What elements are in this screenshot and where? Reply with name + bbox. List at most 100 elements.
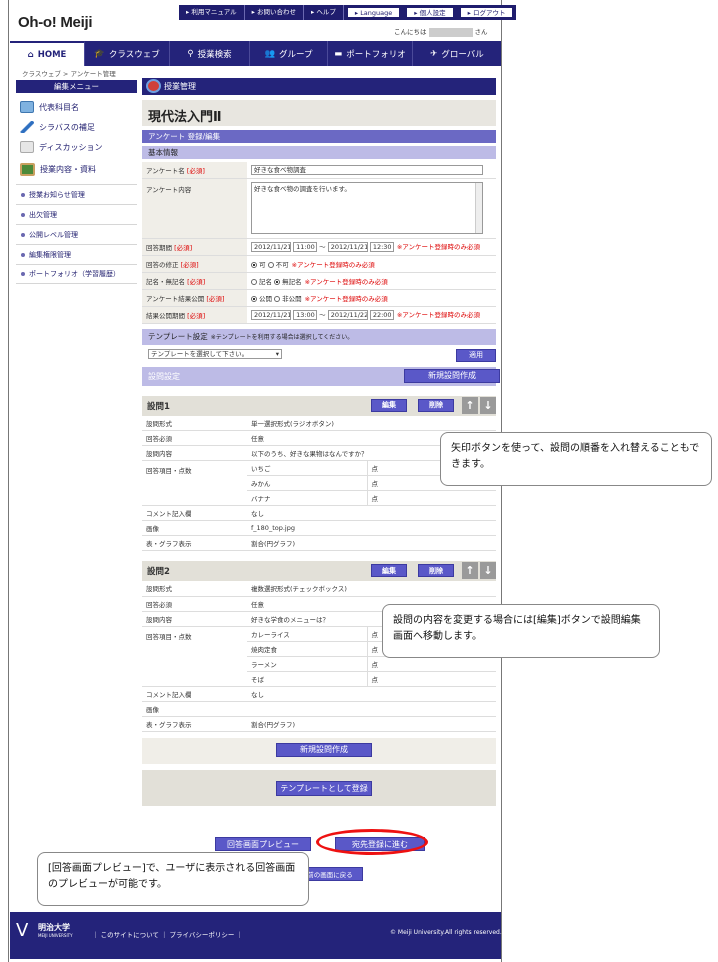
- row-label: コメント記入欄: [142, 686, 247, 702]
- nav-global[interactable]: ✈ グローバル: [413, 41, 501, 66]
- survey-name-input[interactable]: 好きな食べ物調査: [251, 164, 483, 175]
- footer-copyright: © Meiji University.All rights reserved.: [390, 929, 502, 936]
- sidebar-item-materials[interactable]: 授業内容・資料: [16, 157, 137, 181]
- period-start-date[interactable]: 2012/11/21: [251, 242, 291, 252]
- answer-points: 点: [367, 490, 496, 506]
- callout-edit-button: 設問の内容を変更する場合には[編集]ボタンで設問編集画面へ移動します。: [382, 604, 660, 658]
- new-question-button-bottom[interactable]: 新規設問作成: [276, 742, 372, 757]
- mortarboard-icon: 🎓: [94, 48, 105, 59]
- top-link-contact[interactable]: ▸ お問い合わせ: [245, 5, 304, 20]
- nav-classweb[interactable]: 🎓 クラスウェブ: [85, 41, 170, 66]
- sidebar-item-discussion[interactable]: ディスカッション: [16, 137, 137, 157]
- nav-portfolio[interactable]: ▬ ポートフォリオ: [328, 41, 413, 66]
- save-template-button[interactable]: テンプレートとして登録: [276, 780, 372, 796]
- arrow-up-icon[interactable]: ↑: [462, 562, 478, 579]
- textarea-scrollbar[interactable]: [475, 183, 482, 233]
- course-title: 現代法入門Ⅱ: [142, 100, 496, 126]
- named-radio[interactable]: [251, 278, 257, 285]
- answer-item: バナナ: [247, 490, 368, 506]
- language-button[interactable]: ▸ Language: [346, 7, 401, 18]
- monitor-icon: [20, 101, 34, 113]
- row-value: 割合(円グラフ): [247, 716, 496, 732]
- footer-links[interactable]: ｜ このサイトについて ｜ プライバシーポリシー ｜: [92, 929, 243, 939]
- basic-info-band: 基本情報: [142, 146, 496, 159]
- answer-item: そば: [247, 671, 368, 687]
- sidebar-item-syllabus[interactable]: シラバスの補足: [16, 117, 137, 137]
- sidebar-link-portfolio[interactable]: ポートフォリオ（学習履歴）: [16, 264, 137, 284]
- preview-button[interactable]: 回答画面プレビュー: [215, 837, 311, 851]
- row-label: 設問内容: [142, 611, 247, 627]
- bullet-icon: [21, 272, 25, 276]
- period-end-time[interactable]: 12:30: [369, 242, 394, 252]
- personal-settings-button[interactable]: ▸ 個人設定: [406, 7, 454, 18]
- row-label: 回答項目・点数: [142, 626, 247, 687]
- site-logo[interactable]: Oh-o! Meiji: [18, 14, 93, 31]
- nav-home[interactable]: ⌂ HOME: [10, 41, 85, 66]
- course-admin-icon: [146, 79, 161, 93]
- callout-arrow-buttons: 矢印ボタンを使って、設問の順番を入れ替えることもできます。: [440, 432, 712, 486]
- logout-button[interactable]: ▸ ログアウト: [459, 7, 514, 18]
- home-icon: ⌂: [27, 49, 34, 60]
- answer-item: いちご: [247, 460, 368, 476]
- period-start-time[interactable]: 11:00: [293, 242, 318, 252]
- arrow-down-icon[interactable]: ↓: [480, 562, 496, 579]
- delete-question-2-button[interactable]: 削除: [418, 564, 454, 577]
- row-label: 回答必須: [142, 596, 247, 612]
- apply-template-button[interactable]: 適用: [456, 348, 496, 362]
- top-link-help[interactable]: ▸ ヘルプ: [304, 5, 344, 20]
- field-label: 回答期間 [必須]: [142, 238, 247, 256]
- private-radio[interactable]: [274, 295, 281, 302]
- row-label: 設問形式: [142, 415, 247, 431]
- top-links: ▸ 利用マニュアル ▸ お問い合わせ ▸ ヘルプ ▸ Language ▸ 個人…: [179, 5, 517, 20]
- result-end-date[interactable]: 2012/11/22: [327, 310, 368, 320]
- section-header: 授業管理: [142, 78, 496, 95]
- edit-question-1-button[interactable]: 編集: [371, 398, 407, 412]
- nav-course-search[interactable]: ⚲ 授業検索: [170, 41, 250, 66]
- airplane-icon: ✈: [430, 48, 438, 59]
- highlight-oval: [316, 829, 428, 855]
- row-label: 回答項目・点数: [142, 460, 247, 506]
- breadcrumb: クラスウェブ > アンケート管理: [22, 70, 116, 78]
- period-end-date[interactable]: 2012/11/21: [327, 242, 368, 252]
- meiji-logo-icon: ᐯ: [16, 920, 29, 941]
- answer-item: ラーメン: [247, 656, 368, 672]
- sidebar-item-course-name[interactable]: 代表科目名: [16, 97, 137, 117]
- anonymous-radio[interactable]: [274, 278, 281, 285]
- answer-item: カレーライス: [247, 626, 368, 642]
- sidebar-link-visibility[interactable]: 公開レベル管理: [16, 224, 137, 244]
- sidebar-link-permissions[interactable]: 編集権限管理: [16, 244, 137, 264]
- sidebar-title: 編集メニュー: [16, 80, 137, 93]
- chevron-down-icon: ▾: [275, 349, 279, 358]
- sidebar-link-attendance[interactable]: 出欠管理: [16, 204, 137, 224]
- greeting: こんにちは さん: [394, 27, 488, 37]
- answer-item: みかん: [247, 475, 368, 491]
- row-label: 設問内容: [142, 445, 247, 461]
- arrow-down-icon[interactable]: ↓: [480, 396, 496, 414]
- arrow-up-icon[interactable]: ↑: [462, 396, 478, 414]
- template-select[interactable]: テンプレートを選択して下さい。 ▾: [148, 348, 282, 359]
- modify-no-radio[interactable]: [267, 261, 274, 268]
- row-label: コメント記入欄: [142, 505, 247, 521]
- sidebar-link-notices[interactable]: 授業お知らせ管理: [16, 184, 137, 204]
- row-value: [247, 701, 496, 717]
- nav-group[interactable]: 👥 グループ: [250, 41, 328, 66]
- delete-question-1-button[interactable]: 削除: [418, 398, 454, 412]
- sidebar: 編集メニュー 代表科目名 シラバスの補足 ディスカッション 授業内容・資料 授業…: [16, 80, 137, 284]
- field-label: 回答の修正 [必須]: [142, 255, 247, 273]
- modify-yes-radio[interactable]: [251, 261, 257, 268]
- new-question-button-top[interactable]: 新規設問作成: [404, 368, 500, 383]
- pen-icon: [20, 121, 34, 133]
- main-nav: ⌂ HOME 🎓 クラスウェブ ⚲ 授業検索 👥 グループ ▬ ポートフォリオ ✈ グローバ…: [10, 41, 501, 66]
- top-link-manual[interactable]: ▸ 利用マニュアル: [179, 5, 245, 20]
- result-start-time[interactable]: 13:00: [293, 310, 318, 320]
- result-start-date[interactable]: 2012/11/21: [251, 310, 291, 320]
- bullet-icon: [21, 252, 25, 257]
- publish-radio[interactable]: [251, 295, 257, 302]
- edit-question-2-button[interactable]: 編集: [371, 564, 407, 577]
- answer-item: 焼肉定食: [247, 641, 368, 657]
- row-value: 単一選択形式(ラジオボタン): [247, 415, 496, 431]
- result-end-time[interactable]: 22:00: [369, 310, 394, 320]
- bullet-icon: [21, 192, 25, 197]
- survey-content-textarea[interactable]: 好きな食べ物の調査を行います。: [251, 182, 483, 234]
- field-label: 記名・無記名 [必須]: [142, 272, 247, 290]
